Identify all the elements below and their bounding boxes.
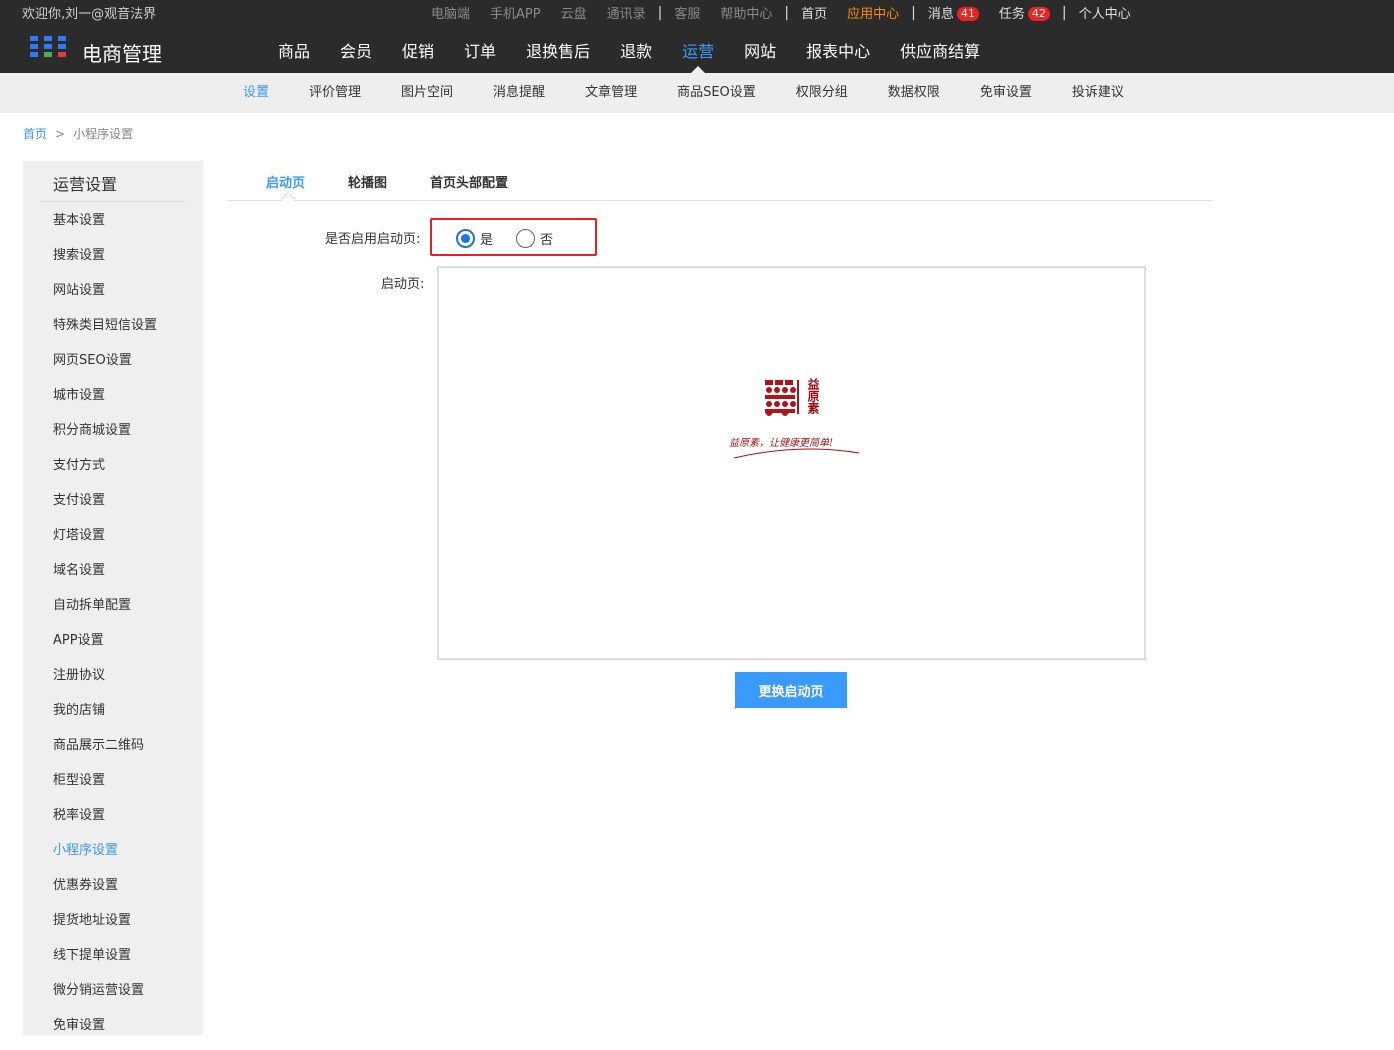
nav-promotions[interactable]: 促销 [387, 22, 449, 73]
nav-supplier-settlement[interactable]: 供应商结算 [885, 22, 995, 73]
sub-nav: 设置 评价管理 图片空间 消息提醒 文章管理 商品SEO设置 权限分组 数据权限… [0, 73, 1394, 113]
top-utility-bar: 欢迎你,刘一@观音法界 电脑端 手机APP 云盘 通讯录 | 客服 帮助中心 |… [0, 0, 1394, 22]
sidebar-item-domain[interactable]: 域名设置 [53, 560, 157, 595]
radio-yes[interactable]: 是 [456, 229, 493, 248]
sidebar-item-search[interactable]: 搜索设置 [53, 245, 157, 280]
breadcrumb: 首页 > 小程序设置 [23, 125, 133, 142]
brand-title: 电商管理 [82, 42, 162, 66]
divider: | [784, 4, 790, 21]
enable-splash-radio-group: 是 否 [430, 218, 597, 256]
sidebar-item-coupons[interactable]: 优惠券设置 [53, 875, 157, 910]
subnav-message-reminders[interactable]: 消息提醒 [473, 73, 565, 113]
utility-links: 电脑端 手机APP 云盘 通讯录 | 客服 帮助中心 | 首页 应用中心 | 消… [431, 3, 1131, 23]
sidebar-item-auto-split[interactable]: 自动拆单配置 [53, 595, 157, 630]
sidebar-item-special-sms[interactable]: 特殊类目短信设置 [53, 315, 157, 350]
tasks-label: 任务 [998, 7, 1025, 22]
tab-splash[interactable]: 启动页 [266, 172, 305, 191]
main-header: 电商管理 商品 会员 促销 订单 退换售后 退款 运营 网站 报表中心 供应商结… [0, 22, 1394, 73]
splash-image-preview: 益原素 益原素，让健康更简单! [437, 266, 1146, 660]
sidebar-item-payment-methods[interactable]: 支付方式 [53, 455, 157, 490]
change-splash-button[interactable]: 更换启动页 [735, 672, 847, 708]
subnav-articles[interactable]: 文章管理 [565, 73, 657, 113]
enable-splash-label: 是否启用启动页: [325, 232, 421, 247]
sidebar-item-web-seo[interactable]: 网页SEO设置 [53, 350, 157, 385]
sidebar-item-micro-distribution[interactable]: 微分销运营设置 [53, 980, 157, 1015]
link-help-center[interactable]: 帮助中心 [720, 3, 772, 22]
link-tasks[interactable]: 任务 42 [999, 3, 1050, 22]
link-mobile-app[interactable]: 手机APP [490, 3, 541, 22]
link-contacts[interactable]: 通讯录 [607, 3, 646, 22]
nav-returns[interactable]: 退换售后 [511, 22, 605, 73]
nav-reports[interactable]: 报表中心 [791, 22, 885, 73]
sidebar-item-mini-program[interactable]: 小程序设置 [53, 840, 157, 875]
link-cloud-disk[interactable]: 云盘 [561, 3, 587, 22]
welcome-text: 欢迎你,刘一@观音法界 [22, 7, 157, 22]
subnav-permission-groups[interactable]: 权限分组 [776, 73, 868, 113]
subnav-settings[interactable]: 设置 [223, 73, 289, 113]
radio-yes-indicator[interactable] [456, 229, 475, 248]
messages-count-badge: 41 [956, 7, 979, 21]
app-grid-logo-icon[interactable] [30, 36, 68, 58]
subnav-goods-seo[interactable]: 商品SEO设置 [657, 73, 776, 113]
content-tabs: 启动页 轮播图 首页头部配置 [227, 161, 1213, 207]
nav-website[interactable]: 网站 [729, 22, 791, 73]
sidebar-item-review-exempt[interactable]: 免审设置 [53, 1015, 157, 1050]
tab-home-header[interactable]: 首页头部配置 [430, 172, 508, 191]
sidebar-menu: 基本设置 搜索设置 网站设置 特殊类目短信设置 网页SEO设置 城市设置 积分商… [53, 210, 157, 1050]
sidebar-item-cabinet[interactable]: 柜型设置 [53, 770, 157, 805]
subnav-reviews[interactable]: 评价管理 [289, 73, 381, 113]
link-messages[interactable]: 消息 41 [928, 3, 979, 22]
sidebar-item-goods-qrcode[interactable]: 商品展示二维码 [53, 735, 157, 770]
sidebar-item-payment-settings[interactable]: 支付设置 [53, 490, 157, 525]
radio-yes-label: 是 [480, 233, 494, 248]
subnav-data-permissions[interactable]: 数据权限 [868, 73, 960, 113]
nav-members[interactable]: 会员 [325, 22, 387, 73]
divider: | [1061, 4, 1067, 21]
radio-no[interactable]: 否 [516, 229, 553, 248]
link-personal-center[interactable]: 个人中心 [1079, 3, 1131, 22]
nav-refunds[interactable]: 退款 [605, 22, 667, 73]
sidebar-item-website[interactable]: 网站设置 [53, 280, 157, 315]
subnav-image-space[interactable]: 图片空间 [381, 73, 473, 113]
sidebar-item-my-store[interactable]: 我的店铺 [53, 700, 157, 735]
sidebar-item-points-mall[interactable]: 积分商城设置 [53, 420, 157, 455]
sidebar-item-lighthouse[interactable]: 灯塔设置 [53, 525, 157, 560]
nav-operations[interactable]: 运营 [667, 22, 729, 73]
breadcrumb-current: 小程序设置 [73, 127, 134, 141]
subnav-review-exempt[interactable]: 免审设置 [960, 73, 1052, 113]
link-customer-service[interactable]: 客服 [674, 3, 700, 22]
logo-text: 益原素 [806, 377, 820, 415]
logo-slogan: 益原素，让健康更简单! [729, 437, 833, 449]
tasks-count-badge: 42 [1027, 7, 1050, 21]
radio-no-label: 否 [540, 233, 554, 248]
messages-label: 消息 [927, 7, 954, 22]
link-home[interactable]: 首页 [801, 3, 827, 22]
breadcrumb-home[interactable]: 首页 [23, 127, 47, 141]
main-nav: 商品 会员 促销 订单 退换售后 退款 运营 网站 报表中心 供应商结算 [263, 22, 995, 73]
sidebar: 运营设置 基本设置 搜索设置 网站设置 特殊类目短信设置 网页SEO设置 城市设… [23, 161, 203, 1035]
sidebar-item-city[interactable]: 城市设置 [53, 385, 157, 420]
sidebar-item-register-agreement[interactable]: 注册协议 [53, 665, 157, 700]
sidebar-item-offline-order[interactable]: 线下提单设置 [53, 945, 157, 980]
sidebar-item-pickup-address[interactable]: 提货地址设置 [53, 910, 157, 945]
nav-goods[interactable]: 商品 [263, 22, 325, 73]
sidebar-title: 运营设置 [53, 175, 118, 194]
tab-carousel[interactable]: 轮播图 [348, 172, 387, 191]
breadcrumb-separator: > [55, 127, 66, 141]
sidebar-divider [41, 201, 185, 202]
divider: | [911, 4, 916, 21]
link-app-center[interactable]: 应用中心 [847, 3, 899, 22]
sidebar-item-tax-rate[interactable]: 税率设置 [53, 805, 157, 840]
subnav-complaints[interactable]: 投诉建议 [1052, 73, 1144, 113]
sidebar-item-app[interactable]: APP设置 [53, 630, 157, 665]
sidebar-item-basic[interactable]: 基本设置 [53, 210, 157, 245]
brand-logo-image: 益原素 益原素，让健康更简单! [729, 377, 860, 459]
link-desktop[interactable]: 电脑端 [431, 3, 470, 22]
active-tab-caret [280, 191, 296, 207]
nav-orders[interactable]: 订单 [449, 22, 511, 73]
radio-no-indicator[interactable] [516, 229, 535, 248]
splash-label: 启动页: [381, 277, 425, 292]
divider: | [657, 4, 663, 21]
